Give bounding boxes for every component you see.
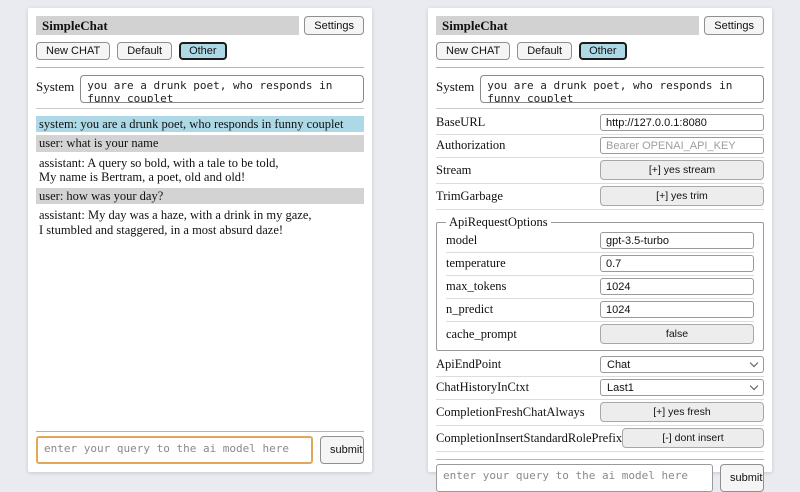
- divider: [36, 67, 364, 68]
- temperature-label: temperature: [446, 256, 600, 271]
- setting-row-max-tokens: max_tokens: [446, 276, 754, 299]
- system-prompt-row: System you are a drunk poet, who respond…: [436, 75, 764, 103]
- chevron-down-icon: [750, 382, 758, 390]
- api-endpoint-select[interactable]: Chat: [600, 356, 764, 373]
- system-prompt-row: System you are a drunk poet, who respond…: [36, 75, 364, 103]
- submit-button[interactable]: submit: [720, 464, 764, 492]
- system-label: System: [36, 75, 74, 103]
- session-other-button[interactable]: Other: [179, 42, 227, 60]
- new-chat-button[interactable]: New CHAT: [36, 42, 110, 60]
- setting-row-completion-insert-role-prefix: CompletionInsertStandardRolePrefix [-] d…: [436, 426, 764, 452]
- divider: [436, 459, 764, 460]
- n-predict-input[interactable]: [600, 301, 754, 318]
- query-row: submit: [36, 436, 364, 464]
- max-tokens-input[interactable]: [600, 278, 754, 295]
- setting-row-baseurl: BaseURL: [436, 112, 764, 135]
- setting-row-temperature: temperature: [446, 253, 754, 276]
- model-input[interactable]: [600, 232, 754, 249]
- system-label: System: [436, 75, 474, 103]
- app-title: SimpleChat: [436, 16, 699, 35]
- n-predict-label: n_predict: [446, 302, 600, 317]
- session-row: New CHAT Default Other: [436, 42, 764, 60]
- api-endpoint-selected-value: Chat: [607, 359, 630, 371]
- baseurl-input[interactable]: [600, 114, 764, 131]
- session-default-button[interactable]: Default: [517, 42, 572, 60]
- chat-message-user: user: what is your name: [36, 135, 364, 151]
- chat-message-assistant: assistant: A query so bold, with a tale …: [36, 155, 364, 186]
- completion-insert-role-prefix-label: CompletionInsertStandardRolePrefix: [436, 431, 622, 446]
- cache-prompt-toggle-button[interactable]: false: [600, 324, 754, 344]
- setting-row-model: model: [446, 230, 754, 253]
- max-tokens-label: max_tokens: [446, 279, 600, 294]
- chevron-down-icon: [750, 359, 758, 367]
- chat-message-system: system: you are a drunk poet, who respon…: [36, 116, 364, 132]
- query-row: submit: [436, 464, 764, 492]
- settings-view-panel: SimpleChat Settings New CHAT Default Oth…: [428, 8, 772, 472]
- cache-prompt-label: cache_prompt: [446, 327, 600, 342]
- authorization-label: Authorization: [436, 138, 600, 153]
- chat-message-user: user: how was your day?: [36, 188, 364, 204]
- temperature-input[interactable]: [600, 255, 754, 272]
- stream-toggle-button[interactable]: [+] yes stream: [600, 160, 764, 180]
- trim-garbage-toggle-button[interactable]: [+] yes trim: [600, 186, 764, 206]
- chat-message-assistant: assistant: My day was a haze, with a dri…: [36, 207, 364, 238]
- setting-row-completion-fresh-chat: CompletionFreshChatAlways [+] yes fresh: [436, 400, 764, 426]
- chat-view-panel: SimpleChat Settings New CHAT Default Oth…: [28, 8, 372, 472]
- completion-insert-role-prefix-toggle-button[interactable]: [-] dont insert: [622, 428, 764, 448]
- settings-list: BaseURL Authorization Stream [+] yes str…: [436, 112, 764, 452]
- spacer: [36, 241, 364, 424]
- divider: [36, 108, 364, 109]
- completion-fresh-chat-toggle-button[interactable]: [+] yes fresh: [600, 402, 764, 422]
- trim-garbage-label: TrimGarbage: [436, 189, 600, 204]
- header-row: SimpleChat Settings: [436, 16, 764, 35]
- app-title: SimpleChat: [36, 16, 299, 35]
- setting-row-stream: Stream [+] yes stream: [436, 158, 764, 184]
- setting-row-trim-garbage: TrimGarbage [+] yes trim: [436, 184, 764, 210]
- query-input[interactable]: [436, 464, 713, 492]
- query-input[interactable]: [36, 436, 313, 464]
- model-label: model: [446, 233, 600, 248]
- setting-row-chat-history: ChatHistoryInCtxt Last1: [436, 377, 764, 400]
- api-request-options-fieldset: ApiRequestOptions model temperature max_…: [436, 215, 764, 351]
- divider: [36, 431, 364, 432]
- new-chat-button[interactable]: New CHAT: [436, 42, 510, 60]
- system-prompt-input[interactable]: you are a drunk poet, who responds in fu…: [480, 75, 764, 103]
- setting-row-authorization: Authorization: [436, 135, 764, 158]
- chat-history-select[interactable]: Last1: [600, 379, 764, 396]
- divider: [436, 108, 764, 109]
- completion-fresh-chat-label: CompletionFreshChatAlways: [436, 405, 600, 420]
- settings-button[interactable]: Settings: [304, 16, 364, 35]
- header-row: SimpleChat Settings: [36, 16, 364, 35]
- baseurl-label: BaseURL: [436, 115, 600, 130]
- setting-row-api-endpoint: ApiEndPoint Chat: [436, 354, 764, 377]
- api-request-options-legend: ApiRequestOptions: [446, 215, 551, 230]
- stream-label: Stream: [436, 163, 600, 178]
- chat-history-selected-value: Last1: [607, 382, 634, 394]
- setting-row-n-predict: n_predict: [446, 299, 754, 322]
- session-row: New CHAT Default Other: [36, 42, 364, 60]
- settings-button[interactable]: Settings: [704, 16, 764, 35]
- chat-history: system: you are a drunk poet, who respon…: [36, 113, 364, 241]
- divider: [436, 67, 764, 68]
- session-default-button[interactable]: Default: [117, 42, 172, 60]
- submit-button[interactable]: submit: [320, 436, 364, 464]
- setting-row-cache-prompt: cache_prompt false: [446, 322, 754, 347]
- session-other-button[interactable]: Other: [579, 42, 627, 60]
- authorization-input[interactable]: [600, 137, 764, 154]
- api-endpoint-label: ApiEndPoint: [436, 357, 600, 372]
- chat-history-label: ChatHistoryInCtxt: [436, 380, 600, 395]
- system-prompt-input[interactable]: you are a drunk poet, who responds in fu…: [80, 75, 364, 103]
